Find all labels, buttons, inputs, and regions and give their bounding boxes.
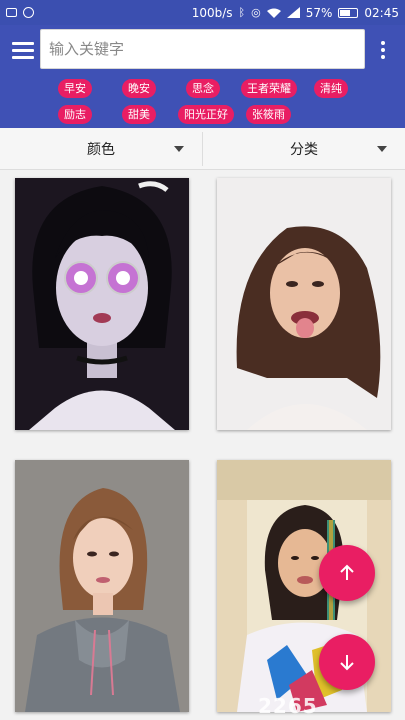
tag-chip[interactable]: 励志 [58, 105, 92, 124]
photo-card[interactable] [15, 460, 189, 712]
app-bar: 早安 晚安 思念 王者荣耀 清纯 励志 甜美 阳光正好 张筱雨 [0, 25, 405, 128]
clock: 02:45 [364, 5, 399, 20]
filter-bar: 颜色 分类 [0, 128, 405, 170]
scroll-down-button[interactable] [319, 634, 375, 690]
arrow-down-icon [340, 655, 354, 671]
chat-notification-icon [23, 7, 34, 18]
more-options-icon[interactable] [378, 41, 388, 63]
photo-anime-girl [15, 178, 189, 430]
photo-woman-hoodie [15, 460, 189, 712]
gallery-notification-icon [6, 8, 17, 17]
category-filter-dropdown[interactable]: 分类 [203, 128, 405, 170]
color-filter-label: 颜色 [87, 142, 115, 158]
photo-card[interactable] [217, 178, 391, 430]
watermark-logo: 2265 [258, 694, 318, 718]
dropdown-caret-icon [377, 146, 387, 152]
tag-chip[interactable]: 张筱雨 [246, 105, 291, 124]
tag-chip[interactable]: 王者荣耀 [241, 79, 297, 98]
silent-icon: ◎ [251, 6, 261, 19]
category-filter-label: 分类 [290, 142, 318, 158]
photo-woman-tongue [217, 178, 391, 430]
wifi-icon [266, 8, 281, 18]
tag-chip[interactable]: 清纯 [314, 79, 348, 98]
scroll-up-button[interactable] [319, 545, 375, 601]
tag-chip[interactable]: 早安 [58, 79, 92, 98]
search-input[interactable] [40, 29, 365, 69]
status-bar: 100b/s ᛒ ◎ 57% 02:45 [0, 0, 405, 25]
status-left [6, 7, 34, 18]
hamburger-menu-icon[interactable] [12, 42, 34, 60]
dropdown-caret-icon [174, 146, 184, 152]
tag-chip[interactable]: 甜美 [122, 105, 156, 124]
photo-card[interactable] [15, 178, 189, 430]
status-right: 100b/s ᛒ ◎ 57% 02:45 [192, 6, 399, 20]
battery-percent: 57% [305, 5, 333, 20]
signal-icon [286, 7, 300, 18]
arrow-up-icon [340, 564, 354, 580]
battery-icon [338, 7, 359, 18]
color-filter-dropdown[interactable]: 颜色 [0, 128, 202, 170]
network-speed: 100b/s [191, 5, 233, 20]
tag-chip[interactable]: 阳光正好 [178, 105, 234, 124]
tag-chip[interactable]: 思念 [186, 79, 220, 98]
tag-chip[interactable]: 晚安 [122, 79, 156, 98]
bluetooth-icon: ᛒ [238, 6, 246, 19]
